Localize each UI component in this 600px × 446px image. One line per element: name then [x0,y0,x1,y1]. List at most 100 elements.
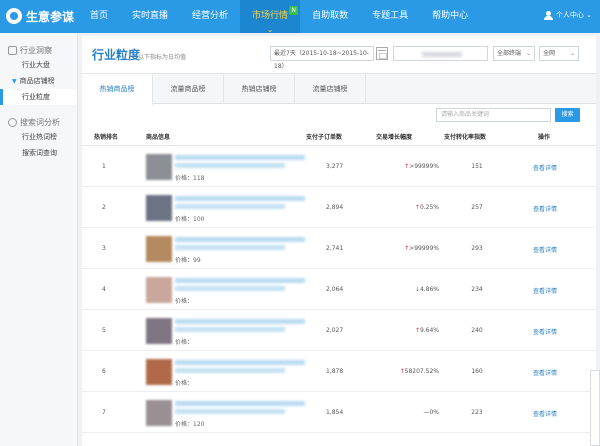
search-button[interactable]: 搜索 [555,108,580,122]
product-thumbnail[interactable] [146,400,172,426]
growth-cell: —0% [423,409,439,416]
col-rank: 热销排名 [94,134,119,141]
orders-cell: 2,894 [326,204,344,211]
rank-tabs: 热销商品榜 流量商品榜 热销店铺榜 流量店铺榜 [82,74,596,105]
view-detail-link[interactable]: 查看详情 [533,163,557,172]
sidebar-item-word-query[interactable]: 搜索词查询 [0,145,77,161]
product-title-blurred[interactable] [175,360,305,365]
sidebar-group-header[interactable]: 行业洞察 [0,43,77,57]
growth-cell: ↑0.25% [414,204,439,211]
conversion-cell: 160 [471,368,483,375]
product-thumbnail[interactable] [146,195,172,221]
terminal-select[interactable]: 全部终端 ⌄ [493,46,535,61]
product-subtitle-blurred [175,368,285,373]
rank-cell: 3 [102,245,106,252]
conversion-cell: 257 [471,204,483,211]
user-menu-label: 个人中心 ⌄ [555,11,592,19]
page-subtitle: 以下指标为日均值 [138,54,187,61]
sidebar-group-industry: 行业洞察 行业大盘 ▼ 商品店铺榜 行业粒度 [0,33,77,105]
category-select[interactable] [393,46,488,61]
view-detail-link[interactable]: 查看详情 [533,327,557,336]
sidebar-item-product-shop-rank[interactable]: ▼ 商品店铺榜 [0,73,77,89]
product-thumbnail[interactable] [146,236,172,262]
user-menu[interactable]: 个人中心 ⌄ [543,10,592,20]
product-subtitle-blurred [175,163,285,168]
table-row: 4 价格： 2,064 ↓4.86% 234 查看详情 [82,270,596,310]
chevron-down-icon: ⌄ [525,50,531,57]
table-header: 热销排名 商品信息 支付子订单数 交易增长幅度 支付转化率指数 操作 [82,128,596,146]
table-row: 6 价格： 1,878 ↑58207.52% 160 查看详情 [82,352,596,392]
tab-traffic-products[interactable]: 流量商品榜 [153,74,224,104]
nav-item-help[interactable]: 帮助中心 [420,0,480,33]
table-row: 5 价格： 2,027 ↑9.64% 240 查看详情 [82,311,596,351]
price-cell: 价格： [175,298,194,305]
conversion-cell: 293 [471,245,483,252]
growth-cell: ↑9.64% [414,327,439,334]
growth-cell: ↑58207.52% [399,368,439,375]
rank-cell: 4 [102,286,106,293]
product-thumbnail[interactable] [146,318,172,344]
product-title-blurred[interactable] [175,401,305,406]
product-subtitle-blurred [175,327,285,332]
view-detail-link[interactable]: 查看详情 [533,204,557,213]
sidebar-item-hot-words[interactable]: 行业热词榜 [0,129,77,145]
feedback-float[interactable] [590,370,600,446]
price-cell: 价格：99 [175,257,201,264]
price-cell: 价格：120 [175,421,205,428]
search-circle-icon [8,117,17,127]
product-thumbnail[interactable] [146,359,172,385]
price-cell: 价格：118 [175,175,205,182]
product-title-blurred[interactable] [175,237,305,242]
network-select[interactable]: 全网 ⌄ [539,46,579,61]
product-title-blurred[interactable] [175,196,305,201]
view-detail-link[interactable]: 查看详情 [533,368,557,377]
brand-name: 生意参谋 [26,9,75,24]
col-conversion: 支付转化率指数 [444,134,487,141]
product-thumbnail[interactable] [146,154,172,180]
product-subtitle-blurred [175,204,285,209]
chevron-down-icon: ⌄ [569,50,575,57]
col-growth: 交易增长幅度 [376,134,413,141]
calendar-icon[interactable] [376,47,388,60]
view-detail-link[interactable]: 查看详情 [533,286,557,295]
brand-logo-icon [6,8,22,24]
table-row: 7 价格：120 1,854 —0% 223 查看详情 [82,393,596,433]
sidebar-group-header[interactable]: 搜索词分析 [0,115,77,129]
product-title-blurred[interactable] [175,319,305,324]
tab-traffic-shops[interactable]: 流量店铺榜 [295,74,366,104]
search-input[interactable]: 请输入商品关键词 [436,108,551,122]
orders-cell: 2,064 [326,286,344,293]
rank-cell: 5 [102,327,106,334]
view-detail-link[interactable]: 查看详情 [533,409,557,418]
col-product: 商品信息 [146,134,171,141]
conversion-cell: 223 [471,409,483,416]
product-title-blurred[interactable] [175,155,305,160]
product-subtitle-blurred [175,245,285,250]
nav-item-analysis[interactable]: 经营分析 [180,0,240,33]
product-title-blurred[interactable] [175,278,305,283]
product-subtitle-blurred [175,286,285,291]
product-thumbnail[interactable] [146,277,172,303]
date-range-select[interactable]: 最近7天（2015-10-18~2015-10-18） [270,46,374,70]
orders-cell: 1,878 [326,368,344,375]
sidebar-group-search: 搜索词分析 行业热词榜 搜索词查询 [0,105,77,161]
nav-item-self-data[interactable]: 自助取数 [300,0,360,33]
nav-item-tools[interactable]: 专题工具 [360,0,420,33]
tab-hot-shops[interactable]: 热销店铺榜 [224,74,295,104]
top-nav: 生意参谋 首页 实时直播 经营分析 市场行情N 自助取数 专题工具 帮助中心 个… [0,0,600,33]
nav-item-market[interactable]: 市场行情 N [240,0,301,33]
view-detail-link[interactable]: 查看详情 [533,245,557,254]
conversion-cell: 240 [471,327,483,334]
sidebar-item-industry-granularity[interactable]: 行业粒度 [0,89,77,105]
tab-hot-products[interactable]: 热销商品榜 [82,74,153,105]
nav-item-live[interactable]: 实时直播 [120,0,180,33]
user-icon [543,10,553,20]
sidebar-item-industry-overview[interactable]: 行业大盘 [0,57,77,73]
price-cell: 价格： [175,380,194,387]
nav-item-home[interactable]: 首页 [78,0,120,33]
col-action: 操作 [538,134,551,141]
price-cell: 价格： [175,339,194,346]
blurred-text [422,52,462,57]
brand[interactable]: 生意参谋 [6,5,74,27]
table-row: 1 价格：118 3,277 ↑>99999% 151 查看详情 [82,147,596,187]
